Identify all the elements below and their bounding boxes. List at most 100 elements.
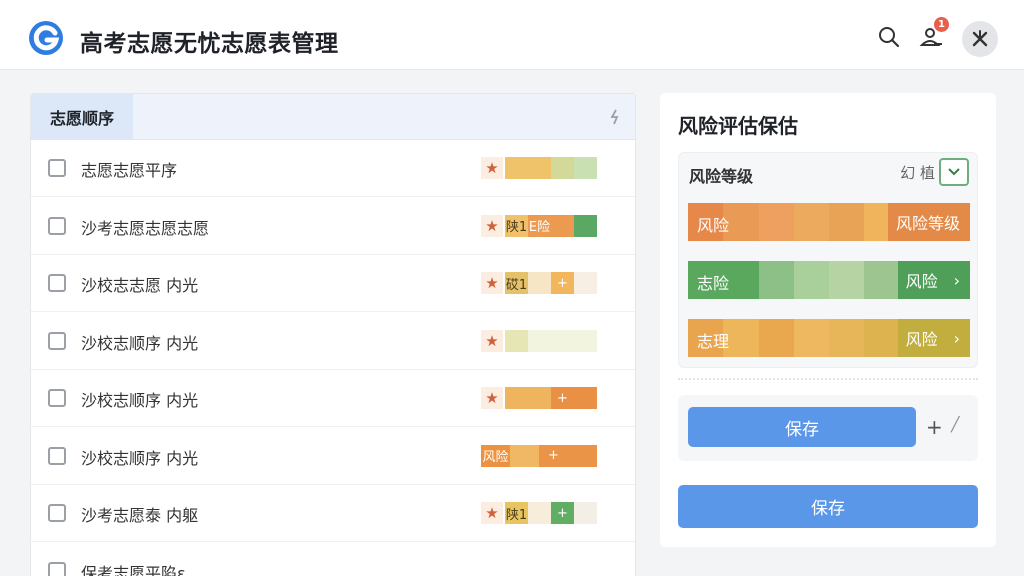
bar-segment <box>758 319 794 357</box>
row-checkbox[interactable] <box>48 331 66 350</box>
list-item[interactable]: 保考志愿平陷ɛ <box>31 543 635 576</box>
volunteer-order-panel: 志愿顺序 志愿志愿平序 ★ 沙考志愿志愿志愿 ★ 陕1 E险 沙校志志愿 内光 ★ 砹1 + 沙校志… <box>30 93 636 576</box>
risk-panel-title: 风险评估保估 <box>678 114 798 138</box>
list-item[interactable]: 沙考志愿志愿志愿 ★ 陕1 E险 <box>31 198 635 255</box>
risk-bar-label: 风险 <box>697 216 730 235</box>
risk-bar-value-text: 风险等级 <box>895 214 960 233</box>
bar-segment <box>528 387 551 409</box>
bar-segment: 陕1 <box>505 502 528 524</box>
bar-segment <box>574 329 597 352</box>
row-checkbox[interactable] <box>48 216 66 235</box>
bar-segment <box>829 261 865 299</box>
bar-segment <box>551 329 574 352</box>
bar-segment <box>574 387 597 409</box>
risk-level-bar[interactable]: 志理 风险 › <box>688 319 970 357</box>
bar-segment <box>758 203 794 241</box>
bar-segment <box>528 502 551 524</box>
risk-bar-label: 志理 <box>697 332 730 351</box>
list-item[interactable]: 沙校志顺序 内光 ★ + <box>31 370 635 427</box>
app-title: 高考志愿无忧志愿表管理 <box>80 31 339 57</box>
bar-segment <box>528 157 551 179</box>
bar-segment <box>793 203 829 241</box>
bar-segment <box>505 329 528 352</box>
add-segment[interactable]: + <box>551 272 574 294</box>
star-icon: ★ <box>481 272 503 294</box>
risk-bar-value-text: 风险 <box>905 330 938 349</box>
bar-segment <box>864 261 900 299</box>
add-segment[interactable]: + <box>551 387 574 409</box>
notification-button[interactable]: 1 <box>916 17 949 52</box>
bar-segment <box>574 214 597 237</box>
chevron-right-icon[interactable]: › <box>954 271 960 290</box>
row-checkbox[interactable] <box>48 446 66 465</box>
add-segment[interactable]: + <box>539 444 568 467</box>
risk-assessment-panel: 风险评估保估 风险等级 幻 植 风险 风险等级 志险 风险 › 志理 风险 › 保存 + ╱ … <box>660 93 996 547</box>
bar-segment <box>829 319 865 357</box>
risk-level-bar[interactable]: 风险 风险等级 <box>688 203 970 241</box>
save-button[interactable]: 保存 <box>678 485 978 528</box>
row-checkbox[interactable] <box>48 389 66 407</box>
notification-badge: 1 <box>934 17 949 32</box>
row-label: 保考志愿平陷ɛ <box>81 563 186 576</box>
row-label: 沙考志愿志愿志愿 <box>81 218 210 238</box>
bar-segment <box>864 319 900 357</box>
bar-segment: 陕1 <box>505 214 528 237</box>
chevron-right-icon[interactable]: › <box>954 329 960 348</box>
row-checkbox[interactable] <box>48 504 66 522</box>
list-item[interactable]: 沙校志志愿 内光 ★ 砹1 + <box>31 255 635 312</box>
star-icon: ★ <box>481 329 503 352</box>
avatar[interactable] <box>962 21 998 57</box>
plus-icon[interactable]: + <box>926 415 943 439</box>
row-checkbox[interactable] <box>48 274 66 292</box>
bar-segment <box>574 502 597 524</box>
top-header: 高考志愿无忧志愿表管理 1 <box>0 0 1024 70</box>
star-icon: ★ <box>481 214 503 237</box>
row-label: 沙校志顺序 内光 <box>81 391 199 410</box>
bar-segment <box>505 387 528 409</box>
edit-icon[interactable]: ╱ <box>951 417 959 433</box>
bar-segment <box>510 444 539 467</box>
risk-level-heading: 风险等级 <box>689 167 754 186</box>
tab-volunteer-order[interactable]: 志愿顺序 <box>31 94 133 140</box>
risk-tools-text: 幻 植 <box>900 164 935 182</box>
bar-segment <box>574 272 597 294</box>
list-item[interactable]: 沙校志顺序 内光 ★ <box>31 313 635 370</box>
row-checkbox[interactable] <box>48 159 66 177</box>
risk-level-box: 风险等级 幻 植 风险 风险等级 志险 风险 › 志理 风险 › <box>678 152 978 368</box>
save-row: 保存 + ╱ <box>678 395 978 461</box>
bar-segment <box>551 157 574 179</box>
row-label: 沙校志志愿 内光 <box>81 276 199 295</box>
list-item[interactable]: 志愿志愿平序 ★ <box>31 140 635 197</box>
risk-bar: 砹1 + <box>505 272 597 294</box>
risk-bar <box>505 329 597 352</box>
g-logo-icon[interactable] <box>28 20 64 56</box>
bar-segment <box>568 444 597 467</box>
row-label: 沙校志顺序 内光 <box>81 333 199 353</box>
bar-segment <box>829 203 865 241</box>
chevron-down-icon <box>948 168 960 176</box>
risk-confirm-toggle[interactable] <box>939 158 969 186</box>
row-label: 沙考志愿泰 内躯 <box>81 506 199 525</box>
risk-bar: + <box>505 387 597 409</box>
row-checkbox[interactable] <box>48 561 66 576</box>
star-icon: ★ <box>481 157 503 179</box>
risk-bar: 陕1 + <box>505 502 597 524</box>
bar-segment: 砹1 <box>505 272 528 294</box>
risk-bar-value: 风险 › <box>897 319 970 357</box>
avatar-icon <box>972 30 988 47</box>
add-segment[interactable]: + <box>551 502 574 524</box>
save-button-secondary[interactable]: 保存 <box>688 407 916 447</box>
panel-header: 志愿顺序 <box>31 94 635 140</box>
divider <box>678 378 978 380</box>
risk-bar: 风险 + <box>481 444 597 467</box>
bar-segment: 风险 <box>481 444 510 467</box>
risk-bar-value: 风险 › <box>897 261 970 299</box>
search-button[interactable] <box>874 22 904 52</box>
risk-bar-value: 风险等级 <box>887 203 970 241</box>
list-item[interactable]: 沙考志愿泰 内躯 ★ 陕1 + <box>31 485 635 542</box>
risk-bar: 陕1 E险 <box>505 214 597 237</box>
collapse-icon[interactable] <box>607 108 623 126</box>
row-label: 志愿志愿平序 <box>81 161 178 180</box>
list-item[interactable]: 沙校志顺序 内光 风险 + <box>31 428 635 485</box>
risk-level-bar[interactable]: 志险 风险 › <box>688 261 970 299</box>
